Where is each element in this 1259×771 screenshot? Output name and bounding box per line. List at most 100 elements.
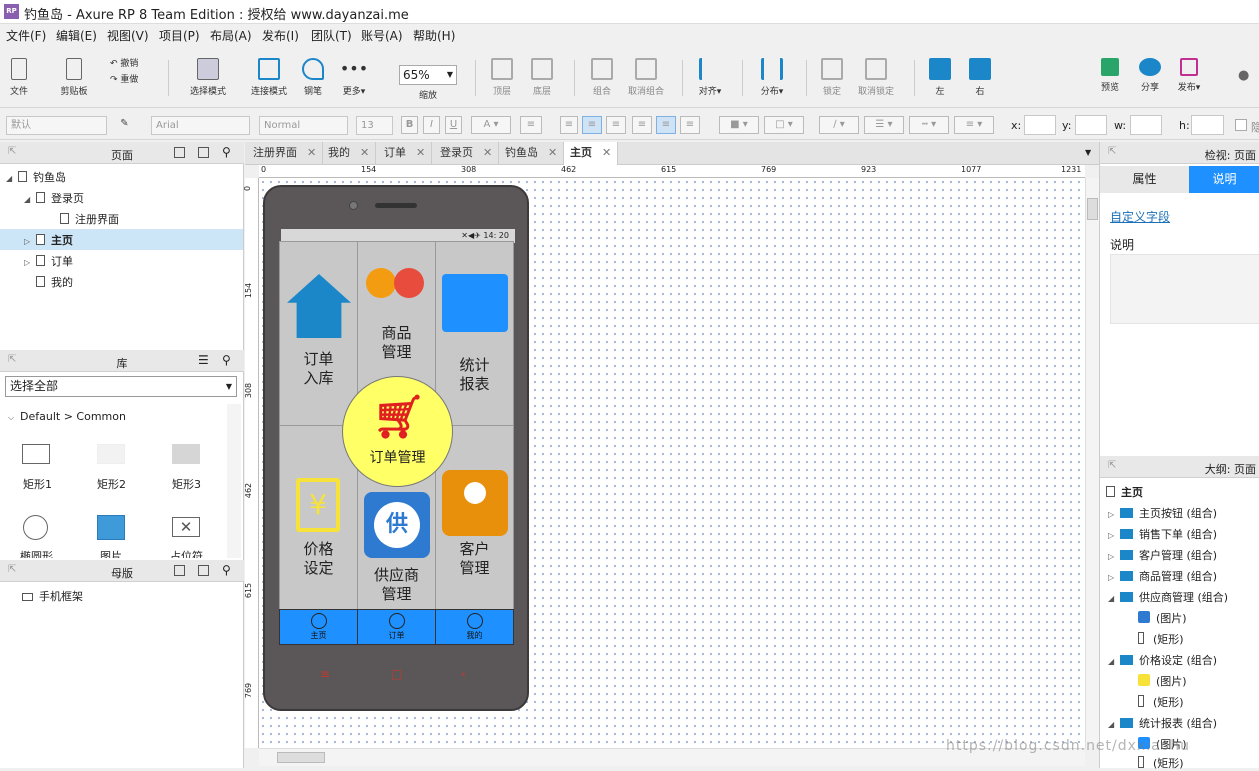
outline-item[interactable]: ▷ 商品管理 (组合) xyxy=(1108,568,1217,584)
search-icon[interactable]: ⚲ xyxy=(222,145,231,159)
outline-item[interactable]: ▷ 主页按钮 (组合) xyxy=(1108,505,1217,521)
pen-button[interactable]: 钢笔 xyxy=(300,58,326,97)
close-icon[interactable]: ✕ xyxy=(360,146,369,159)
connect-mode-button[interactable]: 连接模式 xyxy=(248,58,290,97)
redo-button[interactable]: ↷ 重做 xyxy=(110,72,150,85)
outline-item[interactable]: (图片) xyxy=(1138,610,1187,626)
zoom-select[interactable]: 65% ▼ xyxy=(399,65,457,85)
preview-button[interactable]: 预览 xyxy=(1096,58,1124,93)
h-input[interactable] xyxy=(1191,115,1224,135)
library-scrollbar[interactable] xyxy=(227,404,241,558)
font-weight-select[interactable]: Normal xyxy=(259,116,348,135)
add-page-icon[interactable] xyxy=(174,147,185,158)
widget-placeholder-icon[interactable]: ✕ xyxy=(172,517,200,537)
order-manage-button[interactable]: 🛒︎ 订单管理 xyxy=(342,376,453,487)
close-icon[interactable]: ✕ xyxy=(307,146,316,159)
outline-item[interactable]: ◢ 价格设定 (组合) xyxy=(1108,652,1217,668)
align-center-button[interactable]: ≡ xyxy=(582,116,602,134)
style-select[interactable]: 默认 xyxy=(6,116,107,135)
tab-root[interactable]: 钓鱼岛 ✕ xyxy=(499,142,565,165)
collapse-icon[interactable]: ⇱ xyxy=(1108,460,1116,471)
library-category[interactable]: ⌵ Default > Common xyxy=(8,410,126,423)
font-size-select[interactable]: 13 xyxy=(356,116,393,135)
nav-orders[interactable]: 订单 xyxy=(357,609,436,645)
notes-textarea[interactable] xyxy=(1110,254,1259,324)
close-icon[interactable]: ✕ xyxy=(548,146,557,159)
close-icon[interactable]: ✕ xyxy=(483,146,492,159)
bullet-list-button[interactable]: ≡ xyxy=(520,116,542,134)
tab-properties[interactable]: 属性 xyxy=(1100,166,1189,193)
scroll-thumb[interactable] xyxy=(1087,198,1098,220)
menu-publish[interactable]: 发布(I) xyxy=(262,27,299,44)
valign-middle-button[interactable]: ≡ xyxy=(656,116,676,134)
page-item-login[interactable]: ◢ 登录页 xyxy=(24,190,84,206)
menu-icon[interactable]: ☰ xyxy=(198,353,209,367)
page-item-register[interactable]: 注册界面 xyxy=(60,211,119,227)
right-panel-toggle[interactable]: 右 xyxy=(966,58,994,97)
share-button[interactable]: 分享 xyxy=(1136,58,1164,93)
shadow-button[interactable]: □ ▾ xyxy=(764,116,804,134)
user-icon[interactable]: ● xyxy=(1238,68,1249,83)
master-item[interactable]: 手机框架 xyxy=(22,588,83,604)
add-folder-icon[interactable] xyxy=(198,147,209,158)
order-inbound-tile[interactable]: 订单 入库 xyxy=(279,241,358,426)
line-style-button[interactable]: ┅ ▾ xyxy=(909,116,949,134)
menu-file[interactable]: 文件(F) xyxy=(6,27,46,44)
menu-edit[interactable]: 编辑(E) xyxy=(56,27,97,44)
distribute-button[interactable]: 分布▾ xyxy=(756,58,788,97)
line-color-button[interactable]: ∕ ▾ xyxy=(819,116,859,134)
library-select[interactable]: 选择全部 ▼ xyxy=(5,376,237,397)
fill-color-button[interactable]: ■ ▾ xyxy=(719,116,759,134)
valign-bottom-button[interactable]: ≡ xyxy=(680,116,700,134)
bring-to-front-button[interactable]: 顶层 xyxy=(488,58,516,97)
tab-orders[interactable]: 订单 ✕ xyxy=(378,142,433,165)
select-mode-button[interactable]: 选择模式 xyxy=(178,58,238,97)
menu-layout[interactable]: 布局(A) xyxy=(210,27,252,44)
y-input[interactable] xyxy=(1075,115,1107,135)
widget-rect2-icon[interactable] xyxy=(97,444,125,464)
widget-image-icon[interactable] xyxy=(97,515,125,540)
font-color-button[interactable]: A ▾ xyxy=(471,116,511,134)
search-icon[interactable]: ⚲ xyxy=(222,353,231,367)
lock-button[interactable]: 锁定 xyxy=(818,58,846,97)
close-icon[interactable]: ✕ xyxy=(602,146,611,159)
align-button[interactable]: 对齐▾ xyxy=(694,58,726,97)
unlock-button[interactable]: 取消锁定 xyxy=(854,58,898,97)
stats-report-tile[interactable]: 统计 报表 xyxy=(435,241,514,426)
group-button[interactable]: 组合 xyxy=(588,58,616,97)
tab-notes[interactable]: 说明 xyxy=(1189,166,1259,193)
widget-rect3-icon[interactable] xyxy=(172,444,200,464)
widget-rect1-icon[interactable] xyxy=(22,444,50,464)
outline-item[interactable]: (图片) xyxy=(1138,673,1187,689)
file-button[interactable]: 文件 xyxy=(6,58,32,97)
bold-button[interactable]: B xyxy=(401,116,418,134)
add-folder-icon[interactable] xyxy=(198,565,209,576)
search-icon[interactable]: ⚲ xyxy=(222,563,231,577)
close-icon[interactable]: ✕ xyxy=(416,146,425,159)
align-right-button[interactable]: ≡ xyxy=(606,116,626,134)
collapse-icon[interactable]: ⇱ xyxy=(1108,146,1116,157)
arrow-style-button[interactable]: ≡ ▾ xyxy=(954,116,994,134)
custom-fields-link[interactable]: 自定义字段 xyxy=(1110,208,1170,225)
valign-top-button[interactable]: ≡ xyxy=(632,116,652,134)
scroll-thumb[interactable] xyxy=(277,752,325,763)
align-left-button[interactable]: ≡ xyxy=(560,116,578,134)
outline-item[interactable]: ◢ 供应商管理 (组合) xyxy=(1108,589,1228,605)
add-master-icon[interactable] xyxy=(174,565,185,576)
outline-root[interactable]: 主页 xyxy=(1106,484,1143,500)
x-input[interactable] xyxy=(1024,115,1056,135)
nav-home[interactable]: 主页 xyxy=(279,609,358,645)
clipboard-button[interactable]: 剪贴板 xyxy=(56,58,92,97)
outline-item[interactable]: (矩形) xyxy=(1138,631,1184,647)
tab-register[interactable]: 注册界面 ✕ xyxy=(247,142,324,165)
italic-button[interactable]: I xyxy=(423,116,440,134)
tab-login[interactable]: 登录页 ✕ xyxy=(434,142,500,165)
tab-list-icon[interactable]: ▼ xyxy=(1085,148,1091,157)
more-button[interactable]: ••• 更多▾ xyxy=(338,58,370,97)
nav-mine[interactable]: 我的 xyxy=(435,609,514,645)
tab-home[interactable]: 主页 ✕ xyxy=(564,142,619,165)
style-edit-icon[interactable]: ✎ xyxy=(116,116,133,134)
outline-item[interactable]: (矩形) xyxy=(1138,694,1184,710)
page-item-mine[interactable]: 我的 xyxy=(36,274,73,290)
outline-item[interactable]: ◢ 统计报表 (组合) xyxy=(1108,715,1217,731)
